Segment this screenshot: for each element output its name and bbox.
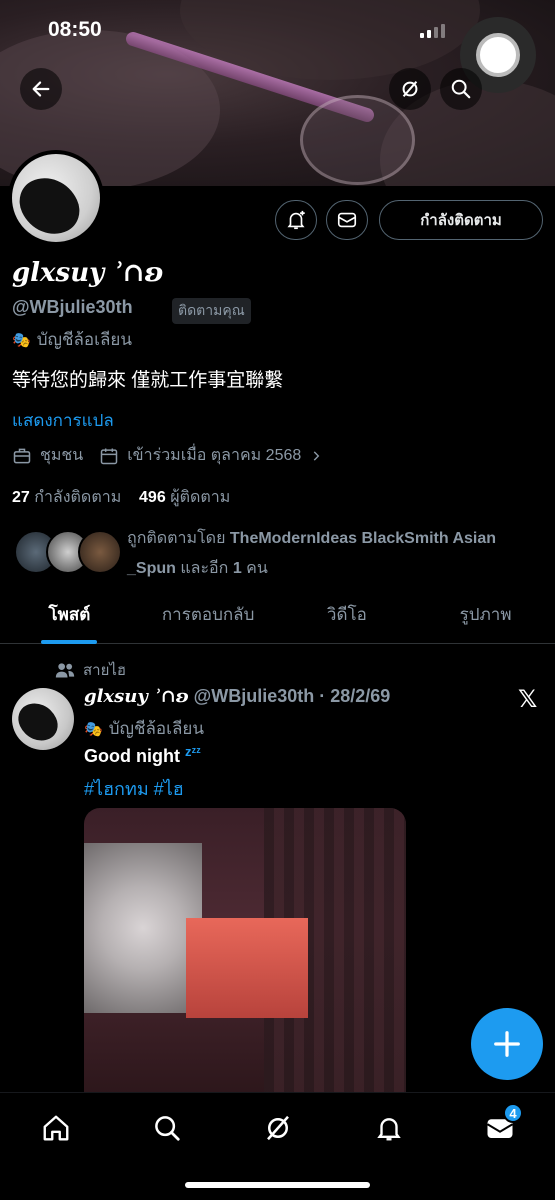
profile-tabs: โพสต์ การตอบกลับ วิดีโอ รูปภาพ [0, 592, 555, 644]
profile-meta: ชุมชน เข้าร่วมเมื่อ ตุลาคม 2568 [12, 443, 323, 468]
tab-videos[interactable]: วิดีโอ [278, 592, 417, 643]
search-icon [451, 79, 471, 99]
translate-link[interactable]: แสดงการแปล [12, 407, 114, 434]
profile-handle: @WBjulie30th [12, 297, 133, 317]
community-icon [13, 448, 31, 463]
grok-icon [402, 81, 418, 97]
home-icon [43, 1115, 69, 1141]
post-parody-label: 🎭 บัญชีล้อเลียน [84, 719, 204, 738]
notify-button[interactable] [275, 200, 317, 240]
post-text: Good night zᶻᶻ [84, 744, 201, 766]
grok-button[interactable] [389, 68, 431, 110]
nav-home[interactable] [33, 1105, 79, 1151]
compose-button[interactable] [471, 1008, 543, 1080]
followed-by-avatars[interactable] [14, 530, 124, 574]
post-author-name[interactable]: glxsuy ʾ∩ʚ [84, 686, 189, 707]
grok-nav-icon [267, 1115, 289, 1141]
messages-badge: 4 [503, 1103, 523, 1123]
nav-messages[interactable]: 4 [477, 1103, 523, 1151]
community-label[interactable]: ชุมชน [40, 443, 83, 468]
x-logo-icon: 𝕏 [518, 686, 538, 713]
nav-notifications[interactable] [366, 1105, 412, 1151]
back-arrow-icon [32, 81, 50, 97]
message-button[interactable] [326, 200, 368, 240]
post-handle-date: @WBjulie30th · 28/2/69 [193, 686, 391, 706]
post-media-image[interactable] [84, 808, 406, 1108]
community-people-icon [55, 663, 75, 678]
nav-explore[interactable] [144, 1105, 190, 1151]
tab-replies[interactable]: การตอบกลับ [139, 592, 278, 643]
profile-name: glxsuy ʾ∩ʚ [12, 258, 164, 288]
bell-icon [377, 1118, 401, 1141]
explore-icon [155, 1116, 180, 1141]
parody-label: 🎭 บัญชีล้อเลียน [12, 330, 132, 349]
post-avatar[interactable] [12, 688, 74, 750]
follow-counts: 27 กำลังติดตาม 496 ผู้ติดตาม [12, 485, 230, 510]
nav-grok[interactable] [255, 1105, 301, 1151]
mail-icon [337, 212, 357, 228]
signal-icon [420, 24, 445, 38]
profile-avatar[interactable] [8, 150, 104, 246]
search-button[interactable] [440, 68, 482, 110]
back-button[interactable] [20, 68, 62, 110]
parody-mask-icon: 🎭 [84, 720, 103, 738]
following-count-link[interactable]: 27 กำลังติดตาม [12, 489, 121, 506]
followed-by-text[interactable]: ถูกติดตามโดย TheModernIdeas BlackSmith A… [127, 524, 527, 584]
home-indicator[interactable] [185, 1182, 370, 1188]
joined-date[interactable]: เข้าร่วมเมื่อ ตุลาคม 2568 [127, 443, 301, 468]
parody-mask-icon: 🎭 [12, 331, 31, 349]
tab-posts[interactable]: โพสต์ [0, 592, 139, 644]
notify-plus-icon [287, 210, 305, 230]
post-hashtags[interactable]: #ไฮกทม #ไฮ [84, 774, 184, 803]
zzz-emoji: zᶻᶻ [184, 744, 201, 759]
followers-count-link[interactable]: 496 ผู้ติดตาม [139, 489, 230, 506]
status-time: 08:50 [48, 18, 102, 41]
calendar-icon [100, 448, 118, 464]
plus-icon [494, 1031, 520, 1057]
post-context[interactable]: สายไฮ [55, 658, 126, 682]
chevron-right-icon[interactable] [309, 449, 323, 463]
follows-you-badge: ติดตามคุณ [172, 298, 251, 324]
tab-photos[interactable]: รูปภาพ [416, 592, 555, 643]
profile-bio: 等待您的歸來 僅就工作事宜聯繫 [12, 370, 284, 391]
post-header: glxsuy ʾ∩ʚ @WBjulie30th · 28/2/69 [84, 686, 390, 707]
following-button[interactable]: กำลังติดตาม [379, 200, 543, 240]
